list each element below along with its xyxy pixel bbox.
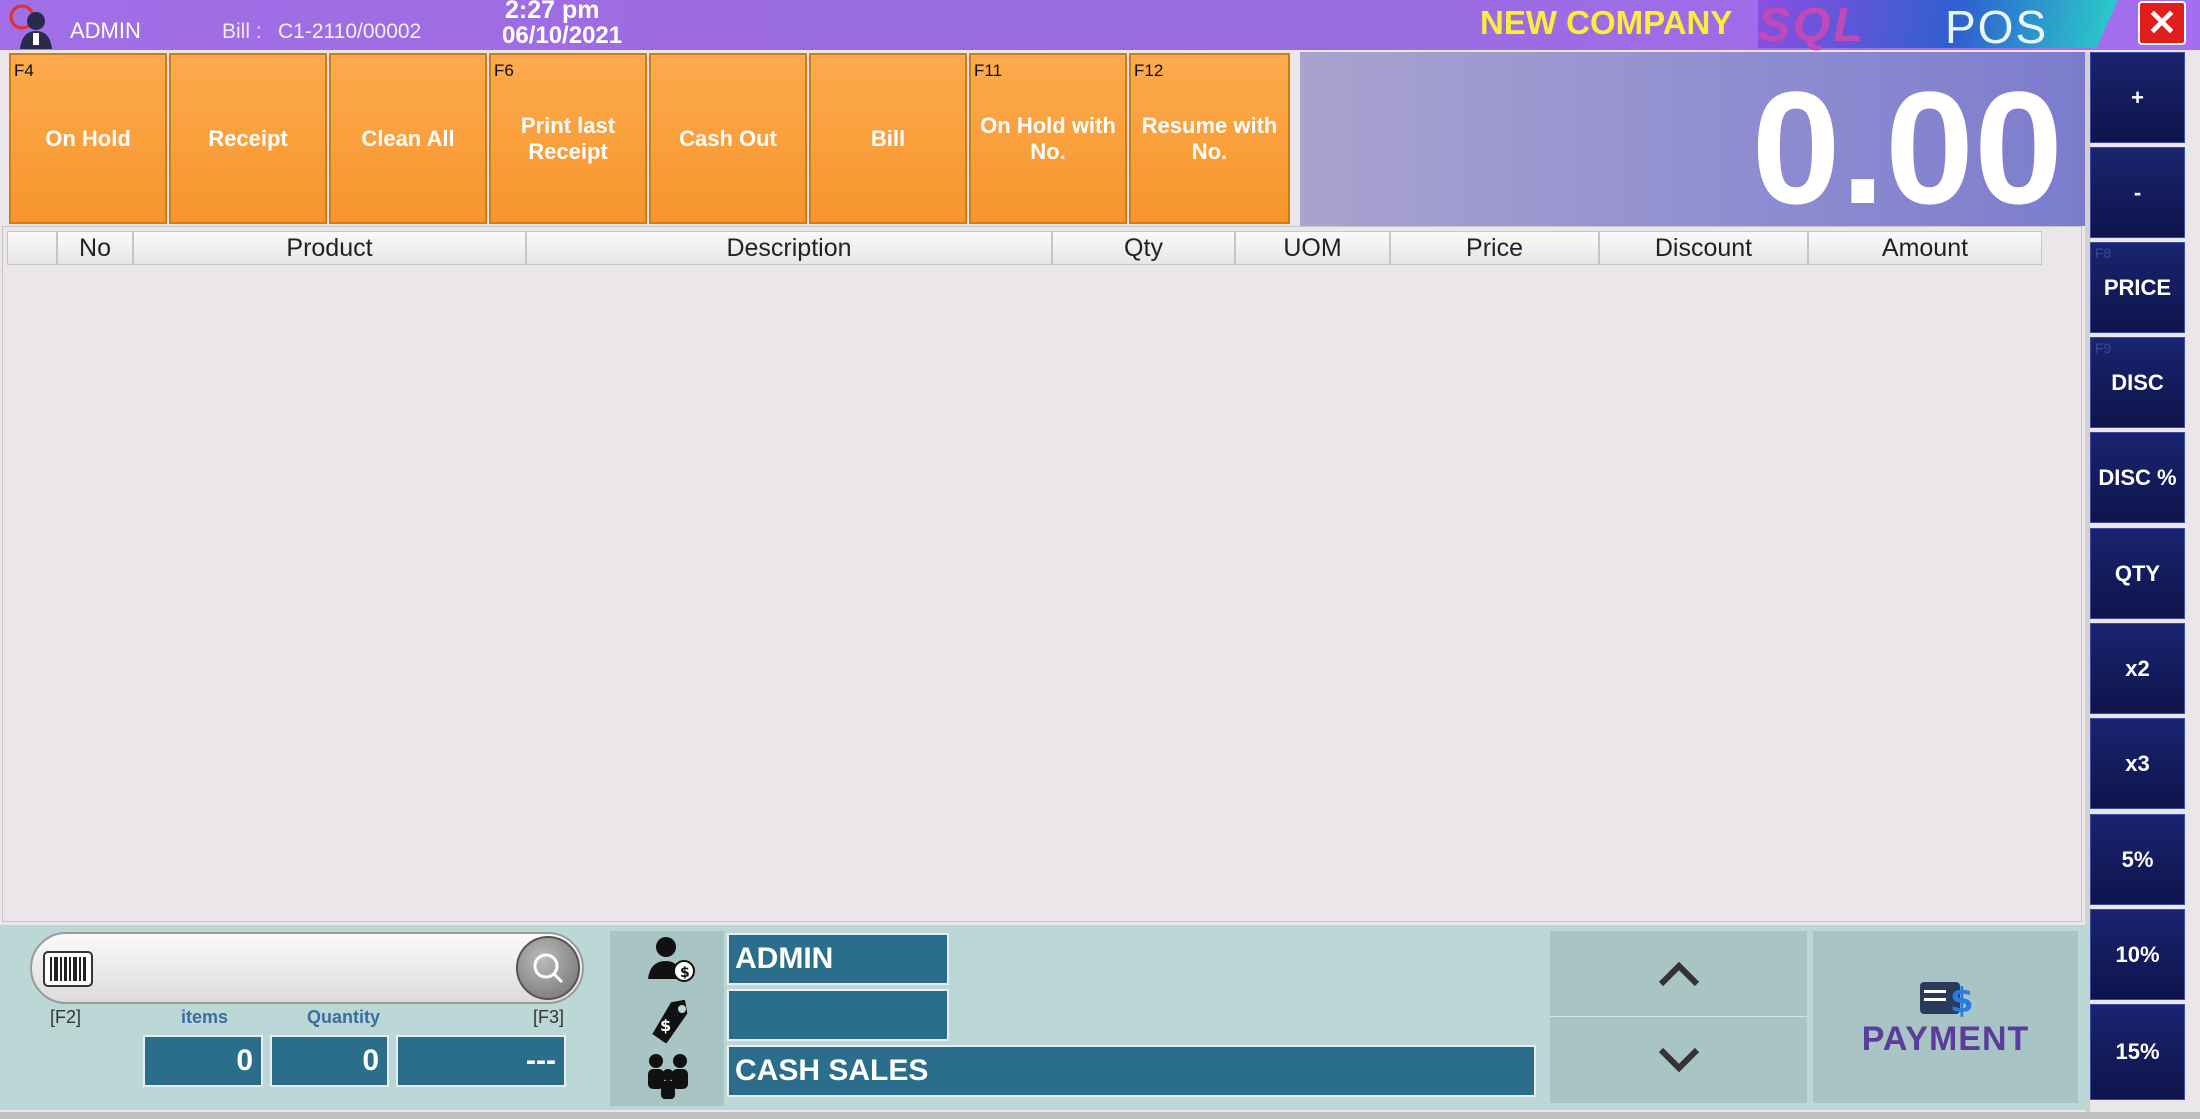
discount-15-button[interactable]: 15%	[2090, 1004, 2185, 1100]
print-last-receipt-button[interactable]: F6 Print last Receipt	[489, 53, 647, 224]
scroll-arrows	[1550, 931, 1807, 1103]
chevron-up-icon	[1658, 961, 1699, 986]
column-header-qty[interactable]: Qty	[1052, 231, 1235, 265]
svg-text:$: $	[660, 1016, 671, 1035]
total-amount: 0.00	[1751, 58, 2063, 237]
item-grid[interactable]: No Product Description Qty UOM Price Dis…	[2, 226, 2082, 922]
button-label: +	[2131, 84, 2144, 110]
button-label: Cash Out	[679, 125, 777, 151]
button-label: 5%	[2121, 846, 2154, 872]
bill-number: C1-2110/00002	[278, 20, 422, 43]
bill-label: Bill :	[222, 20, 262, 43]
status-bar	[0, 1112, 2200, 1119]
button-label: -	[2133, 179, 2142, 205]
payment-card-icon: $	[1919, 981, 1974, 1020]
price-tag-icon: $	[652, 999, 688, 1043]
salesperson-icon: $	[648, 937, 695, 982]
price-group-field[interactable]	[727, 989, 949, 1041]
disc-percent-button[interactable]: DISC %	[2090, 432, 2185, 523]
column-header-product[interactable]: Product	[133, 231, 526, 265]
column-header-price[interactable]: Price	[1390, 231, 1599, 265]
scroll-down-button[interactable]	[1550, 1017, 1807, 1103]
column-header-amount[interactable]: Amount	[1808, 231, 2042, 265]
clock-date: 06/10/2021	[502, 22, 623, 49]
column-header-uom[interactable]: UOM	[1235, 231, 1390, 265]
payment-label: PAYMENT	[1861, 1019, 2030, 1058]
close-button[interactable]: ✕	[2138, 1, 2186, 45]
column-header-discount[interactable]: Discount	[1599, 231, 1808, 265]
x3-button[interactable]: x3	[2090, 718, 2185, 809]
fkey-label: F8	[2095, 245, 2112, 261]
svg-text:$: $	[680, 965, 690, 981]
f2-hint: [F2]	[50, 1007, 82, 1027]
button-label: Resume with No.	[1141, 112, 1278, 164]
button-label: QTY	[2114, 560, 2161, 586]
barcode-input[interactable]	[112, 946, 492, 990]
clean-all-button[interactable]: Clean All	[329, 53, 487, 224]
button-label: Clean All	[361, 125, 455, 151]
barcode-icon	[43, 951, 93, 987]
bill-button[interactable]: Bill	[809, 53, 967, 224]
chevron-down-icon	[1658, 1047, 1699, 1073]
discount-5-button[interactable]: 5%	[2090, 814, 2185, 905]
button-label: Bill	[870, 125, 906, 151]
quantity-count: 0	[270, 1035, 389, 1087]
search-button[interactable]	[516, 936, 580, 1000]
column-header-description[interactable]: Description	[526, 231, 1052, 265]
disc-button[interactable]: F9 DISC	[2090, 337, 2185, 428]
grid-header: No Product Description Qty UOM Price Dis…	[7, 231, 2042, 265]
company-name: NEW COMPANY	[1480, 4, 1733, 41]
total-display: 0.00	[1300, 52, 2087, 237]
brand-logo-sql: SQL	[1758, 0, 1866, 52]
x2-button[interactable]: x2	[2090, 623, 2185, 714]
price-button[interactable]: F8 PRICE	[2090, 242, 2185, 333]
scroll-up-button[interactable]	[1550, 931, 1807, 1017]
logged-user: ADMIN	[70, 18, 141, 43]
quantity-label: Quantity	[307, 1007, 381, 1027]
qty-button[interactable]: QTY	[2090, 528, 2185, 619]
button-label: On Hold	[45, 125, 131, 151]
search-icon	[533, 953, 564, 984]
button-label: DISC %	[2098, 464, 2177, 490]
customer-icon-column: $ $	[610, 931, 724, 1106]
f3-hint: [F3]	[533, 1007, 565, 1027]
customer-field[interactable]: CASH SALES	[727, 1045, 1536, 1097]
cash-out-button[interactable]: Cash Out	[649, 53, 807, 224]
button-label: Print last Receipt	[520, 112, 616, 164]
customer-group-icon	[648, 1054, 688, 1099]
button-label: x3	[2125, 750, 2150, 776]
payment-button[interactable]: $ PAYMENT	[1813, 931, 2078, 1103]
fkey-label: F9	[2095, 340, 2112, 356]
discount-10-button[interactable]: 10%	[2090, 909, 2185, 1000]
title-bar: ADMIN Bill : C1-2110/00002 2:27 pm 06/10…	[0, 0, 2200, 53]
fkey-label: F11	[974, 61, 1003, 80]
button-label: Receipt	[208, 125, 288, 151]
button-label: x2	[2125, 655, 2150, 681]
button-label: 10%	[2115, 941, 2160, 967]
button-label: PRICE	[2103, 274, 2172, 300]
on-hold-with-no-button[interactable]: F11 On Hold with No.	[969, 53, 1127, 224]
minus-button[interactable]: -	[2090, 147, 2185, 238]
bottom-panel: [F2] [F3] items Quantity 0 0 --- $ $ ADM…	[0, 925, 2090, 1110]
receipt-button[interactable]: Receipt	[169, 53, 327, 224]
plus-button[interactable]: +	[2090, 52, 2185, 143]
items-label: items	[181, 1007, 229, 1027]
button-label: On Hold with No.	[980, 112, 1116, 164]
fkey-label: F4	[14, 61, 34, 80]
brand-logo-pos: POS	[1945, 1, 2049, 53]
fkey-label: F12	[1134, 61, 1164, 80]
column-header-no[interactable]: No	[57, 231, 133, 265]
on-hold-button[interactable]: F4 On Hold	[9, 53, 167, 224]
user-field[interactable]: ADMIN	[727, 933, 949, 985]
button-label: DISC	[2111, 369, 2164, 395]
items-count: 0	[143, 1035, 263, 1087]
svg-text:$: $	[1950, 981, 1974, 1020]
resume-with-no-button[interactable]: F12 Resume with No.	[1129, 53, 1290, 224]
fkey-label: F6	[494, 61, 514, 80]
extra-value: ---	[396, 1035, 566, 1087]
column-header[interactable]	[7, 231, 57, 265]
user-avatar-icon	[9, 4, 52, 49]
button-label: 15%	[2115, 1039, 2160, 1064]
barcode-search-box[interactable]	[30, 932, 584, 1004]
